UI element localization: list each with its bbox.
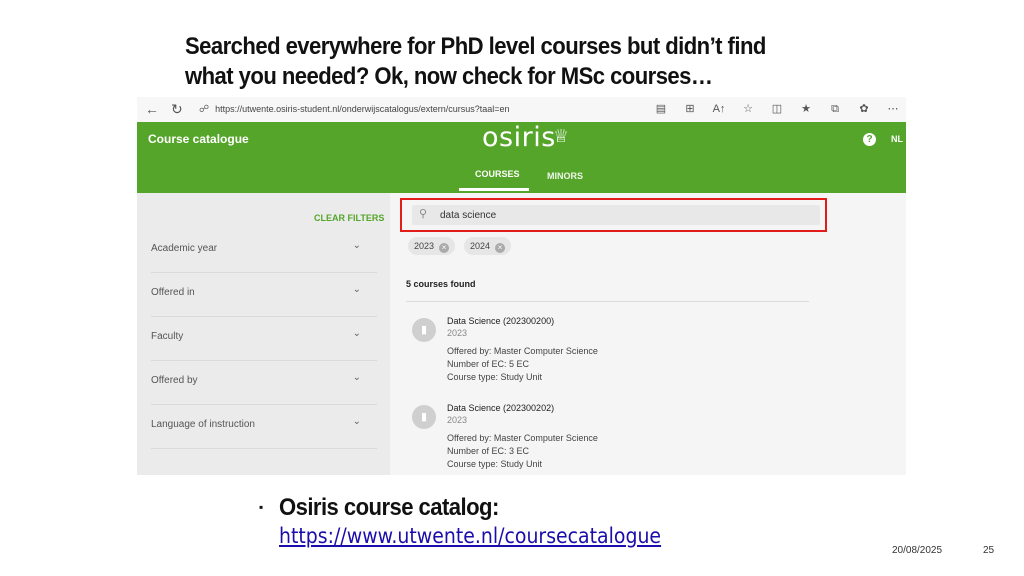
filter-language[interactable]: Language of instruction ⌄ xyxy=(151,404,377,449)
course-year: 2023 xyxy=(447,415,468,425)
split-icon[interactable]: ◫ xyxy=(770,101,784,117)
page-number: 25 xyxy=(983,545,995,556)
book-icon: ▮ xyxy=(412,405,436,429)
divider xyxy=(406,301,809,302)
course-ec: Number of EC: 3 EC xyxy=(447,446,530,456)
favorites-icon[interactable]: ★ xyxy=(799,101,813,117)
browser-screenshot: ← ↻ ☍ https://utwente.osiris-student.nl/o… xyxy=(137,97,906,475)
osiris-logo[interactable]: osiris xyxy=(482,122,556,153)
course-ec: Number of EC: 5 EC xyxy=(447,359,530,369)
course-item[interactable]: ▮ Data Science (202300202) 2023 Offered … xyxy=(406,403,826,475)
filter-label: Faculty xyxy=(151,331,184,342)
address-bar[interactable]: ☍ https://utwente.osiris-student.nl/onder… xyxy=(199,100,699,118)
graduate-icon: ♕ xyxy=(553,126,570,146)
browser-toolbar: ← ↻ ☍ https://utwente.osiris-student.nl/o… xyxy=(137,97,906,123)
course-catalogue-link[interactable]: https://www.utwente.nl/coursecatalogue xyxy=(279,524,661,548)
close-icon[interactable]: × xyxy=(495,243,506,253)
filter-chip-2023[interactable]: 2023 × xyxy=(408,237,456,255)
slide-title-line-2: what you needed? Ok, now check for MSc c… xyxy=(185,63,713,90)
course-offered-by: Offered by: Master Computer Science xyxy=(447,346,598,356)
search-bar[interactable]: ⚲ xyxy=(412,205,820,225)
chip-label: 2023 xyxy=(414,241,435,251)
app-title[interactable]: Course catalogue xyxy=(148,132,249,146)
chevron-down-icon: ⌄ xyxy=(352,372,361,383)
search-highlight-box: ⚲ xyxy=(400,198,827,232)
back-icon[interactable]: ← xyxy=(145,101,159,117)
url-text: https://utwente.osiris-student.nl/onderw… xyxy=(215,104,510,114)
course-offered-by: Offered by: Master Computer Science xyxy=(447,433,598,443)
filter-label: Offered in xyxy=(151,287,195,298)
refresh-icon[interactable]: ↻ xyxy=(171,101,183,117)
filter-sidebar: CLEAR FILTERS Academic year ⌄ Offered in… xyxy=(137,193,390,475)
course-year: 2023 xyxy=(447,328,468,338)
chip-label: 2024 xyxy=(470,241,491,251)
grid-icon[interactable]: ⊞ xyxy=(683,101,697,117)
close-icon[interactable]: × xyxy=(439,243,450,253)
course-title[interactable]: Data Science (202300200) xyxy=(447,316,554,326)
chevron-down-icon: ⌄ xyxy=(352,328,361,339)
square-bullet-icon: ▪ xyxy=(259,500,264,514)
filter-label: Offered by xyxy=(151,375,198,386)
result-count: 5 courses found xyxy=(406,279,476,289)
clear-filters-button[interactable]: CLEAR FILTERS xyxy=(314,213,384,223)
filter-faculty[interactable]: Faculty ⌄ xyxy=(151,316,377,361)
collections-icon[interactable]: ⧉ xyxy=(828,101,842,117)
filter-chip-2024[interactable]: 2024 × xyxy=(464,237,512,255)
active-tab-indicator xyxy=(459,188,529,191)
tab-courses[interactable]: COURSES xyxy=(475,169,520,179)
course-type: Course type: Study Unit xyxy=(447,459,543,469)
footer-date: 20/08/2025 xyxy=(892,545,943,556)
course-title[interactable]: Data Science (202300202) xyxy=(447,403,554,413)
chevron-down-icon: ⌄ xyxy=(352,416,361,427)
results-panel: ⚲ 2023 × 2024 × 5 courses found ▮ Data Sci… xyxy=(390,193,906,475)
browser-actions: ▤ ⊞ A↑ ☆ ◫ ★ ⧉ ✿ ⋯ xyxy=(654,101,900,117)
search-icon: ⚲ xyxy=(419,208,428,220)
language-toggle[interactable]: NL xyxy=(891,134,903,144)
bullet-title: Osiris course catalog: xyxy=(279,494,499,521)
filter-label: Academic year xyxy=(151,243,218,254)
help-icon[interactable]: ? xyxy=(863,133,876,146)
search-input[interactable] xyxy=(440,205,810,225)
chevron-down-icon: ⌄ xyxy=(352,284,361,295)
favorite-icon[interactable]: ☆ xyxy=(741,101,755,117)
filter-label: Language of instruction xyxy=(151,419,255,430)
filter-offered-in[interactable]: Offered in ⌄ xyxy=(151,272,377,317)
reader-icon[interactable]: ▤ xyxy=(654,101,668,117)
copilot-icon[interactable]: ✿ xyxy=(857,101,871,117)
tab-minors[interactable]: MINORS xyxy=(547,171,583,181)
filter-offered-by[interactable]: Offered by ⌄ xyxy=(151,360,377,405)
filter-academic-year[interactable]: Academic year ⌄ xyxy=(151,228,377,273)
lock-icon: ☍ xyxy=(199,104,210,115)
book-icon: ▮ xyxy=(412,318,436,342)
course-type: Course type: Study Unit xyxy=(447,372,543,382)
more-icon[interactable]: ⋯ xyxy=(886,101,900,117)
text-size-icon[interactable]: A↑ xyxy=(712,101,726,117)
slide-title: Searched everywhere for PhD level course… xyxy=(185,32,829,92)
chevron-down-icon: ⌄ xyxy=(352,240,361,251)
slide-title-line-1: Searched everywhere for PhD level course… xyxy=(185,33,766,60)
app-header: Course catalogue osiris ♕ ? NL COURSES M… xyxy=(137,122,906,193)
course-item[interactable]: ▮ Data Science (202300200) 2023 Offered … xyxy=(406,316,826,396)
